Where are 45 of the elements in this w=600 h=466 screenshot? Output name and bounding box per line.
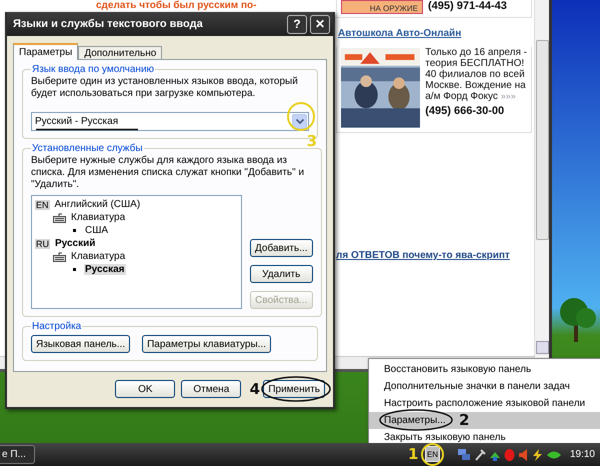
tree-item[interactable]: Клавиатура xyxy=(70,251,126,262)
tree-item[interactable]: Клавиатура xyxy=(70,212,126,223)
settings-button[interactable]: Языковая панель... xyxy=(31,335,130,353)
ad-text: Только до 16 апреля - теория БЕСПЛАТНО! 40 филиалов по всей Москве. Вождение на а/м Форд Фокус »»» xyxy=(425,47,527,102)
ad-banner: НА ОРУЖИЕ xyxy=(341,0,423,14)
phone-number: (495) 971-44-43 xyxy=(428,0,507,12)
settings-button[interactable]: Параметры клавиатуры... xyxy=(142,335,271,353)
tab[interactable]: Дополнительно xyxy=(78,46,162,60)
menu-item[interactable]: Параметры... 2 xyxy=(369,412,600,429)
help-button[interactable]: ? xyxy=(287,14,307,34)
group-title: Язык ввода по умолчанию xyxy=(31,64,156,75)
window-title: Языки и службы текстового ввода xyxy=(13,18,204,30)
dialog-button[interactable]: Отмена xyxy=(181,380,242,398)
language-dropdown[interactable]: Русский - Русская xyxy=(31,112,309,131)
annotation-number: 2 xyxy=(459,413,470,428)
ad-link[interactable]: Автошкола Авто-Онлайн xyxy=(336,24,462,41)
group-title: Настройка xyxy=(31,321,82,332)
tree-item[interactable]: Английский (США) xyxy=(54,199,142,210)
description: Выберите один из установленных языков ввода, который будет использоваться при загрузке компьютера. xyxy=(31,76,299,100)
menu-item[interactable]: Дополнительные значки в панели задач xyxy=(369,378,600,395)
close-button[interactable]: ✕ xyxy=(310,14,330,34)
page-heading: сделать чтобы был русским по- xyxy=(96,0,256,11)
action-button[interactable]: Удалить xyxy=(250,265,313,283)
taskbar-button[interactable]: е П... xyxy=(0,445,35,464)
dialog-button[interactable]: Применить xyxy=(263,380,325,398)
dialog-button[interactable]: OK xyxy=(115,380,176,398)
language-indicator[interactable]: EN xyxy=(425,446,440,462)
language-code: RU xyxy=(35,238,50,248)
clock: 19:10 xyxy=(570,449,595,460)
annotation-number: 3 xyxy=(306,134,317,149)
annotation-number: 1 xyxy=(408,447,418,462)
tab[interactable]: Параметры xyxy=(13,43,78,60)
tree-item[interactable]: Русская xyxy=(84,264,126,275)
menu-item[interactable]: Закрыть языковую панель xyxy=(369,429,600,446)
tree-item[interactable]: Русский xyxy=(54,238,96,249)
language-code: EN xyxy=(35,200,50,210)
menu-item[interactable]: Восстановить языковую панель xyxy=(369,361,600,378)
page-link[interactable]: ля ОТВЕТОВ почему-то ява-скрипт xyxy=(336,250,510,261)
action-button[interactable]: Добавить... xyxy=(250,239,313,257)
menu-item[interactable]: Настроить расположение языковой панели xyxy=(369,395,600,412)
group-title: Установленные службы xyxy=(31,143,144,154)
annotation-number: 4 xyxy=(250,382,260,397)
tree-item[interactable]: США xyxy=(84,225,110,236)
phone-number: (495) 666-30-00 xyxy=(425,105,506,117)
description: Выберите нужные службы для каждого языка ввода из списка. Для изменения списка служат кнопки "Добавить" и "Удалить". xyxy=(31,155,306,191)
